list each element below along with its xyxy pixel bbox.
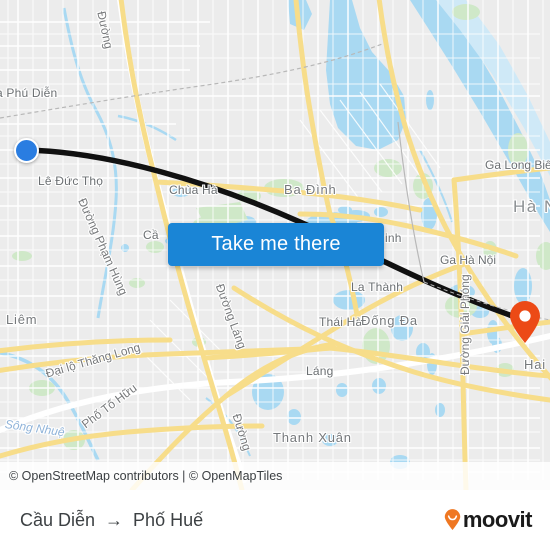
attribution-text[interactable]: © OpenStreetMap contributors | © OpenMap… <box>0 469 282 483</box>
map-attribution-bar: © OpenStreetMap contributors | © OpenMap… <box>0 462 550 490</box>
trip-destination-label: Phố Huế <box>133 509 204 530</box>
moovit-pin-icon <box>444 509 461 531</box>
arrow-right-icon: → <box>105 510 124 530</box>
cta-label: Take me there <box>211 233 341 255</box>
trip-origin-label: Cầu Diễn <box>20 509 96 530</box>
origin-marker[interactable] <box>14 138 39 163</box>
take-me-there-button[interactable]: Take me there <box>168 223 384 266</box>
map-canvas[interactable]: a Phú Diễn Lê Đức Thọ Đường Chùa Hà Ba Đ… <box>0 0 550 490</box>
moovit-trip-map-screen: a Phú Diễn Lê Đức Thọ Đường Chùa Hà Ba Đ… <box>0 0 550 550</box>
trip-summary: Cầu Diễn → Phố Huế <box>20 510 203 531</box>
moovit-logo[interactable]: moovit <box>444 507 533 532</box>
destination-marker[interactable] <box>508 300 542 344</box>
moovit-wordmark: moovit <box>462 507 533 532</box>
footer-bar: Cầu Diễn → Phố Huế moovit <box>0 490 550 550</box>
